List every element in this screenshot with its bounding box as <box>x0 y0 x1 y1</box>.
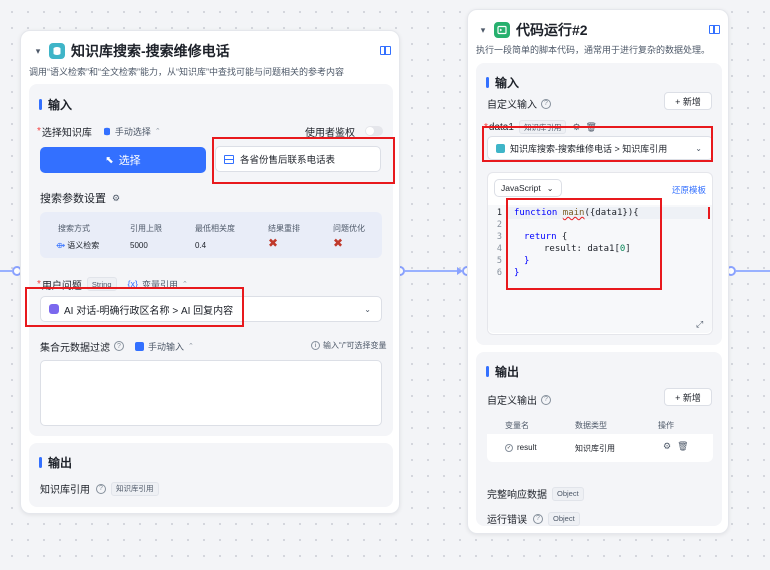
kb-search-node[interactable]: ▾ 知识库搜索-搜索维修电话 调用“语义检索”和“全文检索”能力，从“知识库”中… <box>20 30 400 514</box>
expand-icon[interactable]: ⤢ <box>696 319 703 330</box>
header-limit: 引用上限 <box>130 224 162 233</box>
connection-wire <box>405 270 457 272</box>
help-icon[interactable]: ? <box>541 98 551 109</box>
add-output-button[interactable]: + 新增 <box>664 388 712 406</box>
chevron-down-icon[interactable]: ▾ <box>478 25 488 35</box>
line-number: 1 <box>496 208 502 218</box>
header-query-opt: 问题优化 <box>333 224 365 233</box>
highlight-box <box>506 198 662 290</box>
output-var-cell: ✓ result <box>505 443 537 452</box>
output-section: 输出 自定义输出 ? + 新增 变量名 数据类型 操作 ✓ result 知识库… <box>476 352 722 526</box>
output-table: 变量名 数据类型 操作 ✓ result 知识库引用 ⚙ 🗑 <box>487 414 713 462</box>
help-icon[interactable]: ? <box>114 341 124 351</box>
output-section: 输出 知识库引用 ? 知识库引用 <box>29 443 393 507</box>
gear-icon[interactable]: ⚙ <box>112 193 120 204</box>
line-number: 6 <box>496 268 502 278</box>
highlight-box <box>25 287 244 327</box>
database-icon <box>49 43 65 59</box>
node-description: 执行一段简单的脚本代码，通常用于进行复杂的数据处理。 <box>476 45 711 55</box>
rerank-off-icon: ✖ <box>268 236 279 250</box>
chevron-down-icon[interactable]: ▾ <box>33 46 43 56</box>
node-title: 代码运行#2 <box>516 22 588 38</box>
check-circle-icon: ✓ <box>505 443 513 452</box>
section-title: 输出 <box>39 454 72 471</box>
section-title: 输入 <box>39 96 72 113</box>
value-limit: 5000 <box>130 241 148 250</box>
type-tag: 知识库引用 <box>111 481 159 496</box>
help-icon[interactable]: ? <box>533 513 543 524</box>
header-rerank: 结果重排 <box>268 224 300 233</box>
gear-icon[interactable]: ⚙ <box>663 441 671 452</box>
filter-hint: i 输入“/”可选择变量 <box>311 340 387 351</box>
kb-label: * 选择知识库 手动选择 ⌃ <box>37 123 166 139</box>
value-search-mode: ⟴ 语义检索 <box>56 241 100 250</box>
line-number: 5 <box>496 256 502 266</box>
type-tag: Object <box>548 511 580 526</box>
value-min-relevance: 0.4 <box>195 241 207 250</box>
info-icon: i <box>311 341 320 350</box>
search-params-label: 搜索参数设置 ⚙ <box>40 192 121 206</box>
chevron-down-icon[interactable]: ⌄ <box>364 305 371 314</box>
line-number: 3 <box>496 232 502 242</box>
cursor-icon: ⬉ <box>105 154 114 166</box>
semantic-search-icon: ⟴ <box>56 241 66 250</box>
filter-mode-select[interactable]: 手动输入 ⌃ <box>130 338 199 354</box>
custom-input-label: 自定义输入 ? <box>487 96 551 111</box>
add-input-button[interactable]: + 新增 <box>664 92 712 110</box>
text-cursor <box>708 207 710 219</box>
header-var-name: 变量名 <box>505 421 529 430</box>
code-icon <box>494 22 510 38</box>
highlight-box <box>212 137 395 184</box>
type-tag: Object <box>552 486 584 501</box>
section-title: 输入 <box>486 74 519 91</box>
query-opt-off-icon: ✖ <box>333 236 344 250</box>
database-icon <box>103 127 110 135</box>
language-select[interactable]: JavaScript ⌄ <box>494 179 562 197</box>
edit-icon <box>135 341 144 351</box>
line-number: 4 <box>496 244 502 254</box>
output-actions-cell: ⚙ 🗑 <box>663 441 689 452</box>
left-incoming-wire <box>0 270 12 272</box>
run-error-label: 运行错误 ? Object <box>487 511 580 526</box>
book-icon[interactable] <box>380 46 391 55</box>
node-description: 调用“语义检索”和“全文检索”能力，从“知识库”中查找可能与问题相关的参考内容 <box>29 67 344 77</box>
node-title: 知识库搜索-搜索维修电话 <box>71 43 230 59</box>
kb-ref-label: 知识库引用 ? 知识库引用 <box>40 481 159 496</box>
search-params-table[interactable]: 搜索方式 引用上限 最低相关度 结果重排 问题优化 ⟴ 语义检索 5000 0.4… <box>40 212 382 258</box>
line-number: 2 <box>496 220 502 230</box>
help-icon[interactable]: ? <box>96 483 106 494</box>
header-search-mode: 搜索方式 <box>58 224 90 233</box>
help-icon[interactable]: ? <box>541 394 551 405</box>
right-outgoing-wire <box>736 270 770 272</box>
highlight-box <box>482 126 713 162</box>
header-actions: 操作 <box>658 421 674 430</box>
auth-toggle[interactable] <box>365 126 383 136</box>
full-response-label: 完整响应数据 Object <box>487 486 584 501</box>
book-icon[interactable] <box>709 25 720 34</box>
custom-output-label: 自定义输出 ? <box>487 392 551 407</box>
header-data-type: 数据类型 <box>575 421 607 430</box>
chevron-down-icon: ⌄ <box>546 183 554 193</box>
restore-template-link[interactable]: 还原模板 <box>672 184 706 196</box>
section-title: 输出 <box>486 363 519 380</box>
select-kb-button[interactable]: ⬉ 选择 <box>40 147 206 173</box>
kb-mode-select[interactable]: 手动选择 ⌃ <box>98 123 166 139</box>
filter-textarea[interactable] <box>40 360 382 426</box>
trash-icon[interactable]: 🗑 <box>677 441 688 452</box>
header-min-relevance: 最低相关度 <box>195 224 235 233</box>
output-type-cell: 知识库引用 <box>575 444 615 453</box>
filter-label: 集合元数据过滤 ? 手动输入 ⌃ <box>40 338 199 354</box>
